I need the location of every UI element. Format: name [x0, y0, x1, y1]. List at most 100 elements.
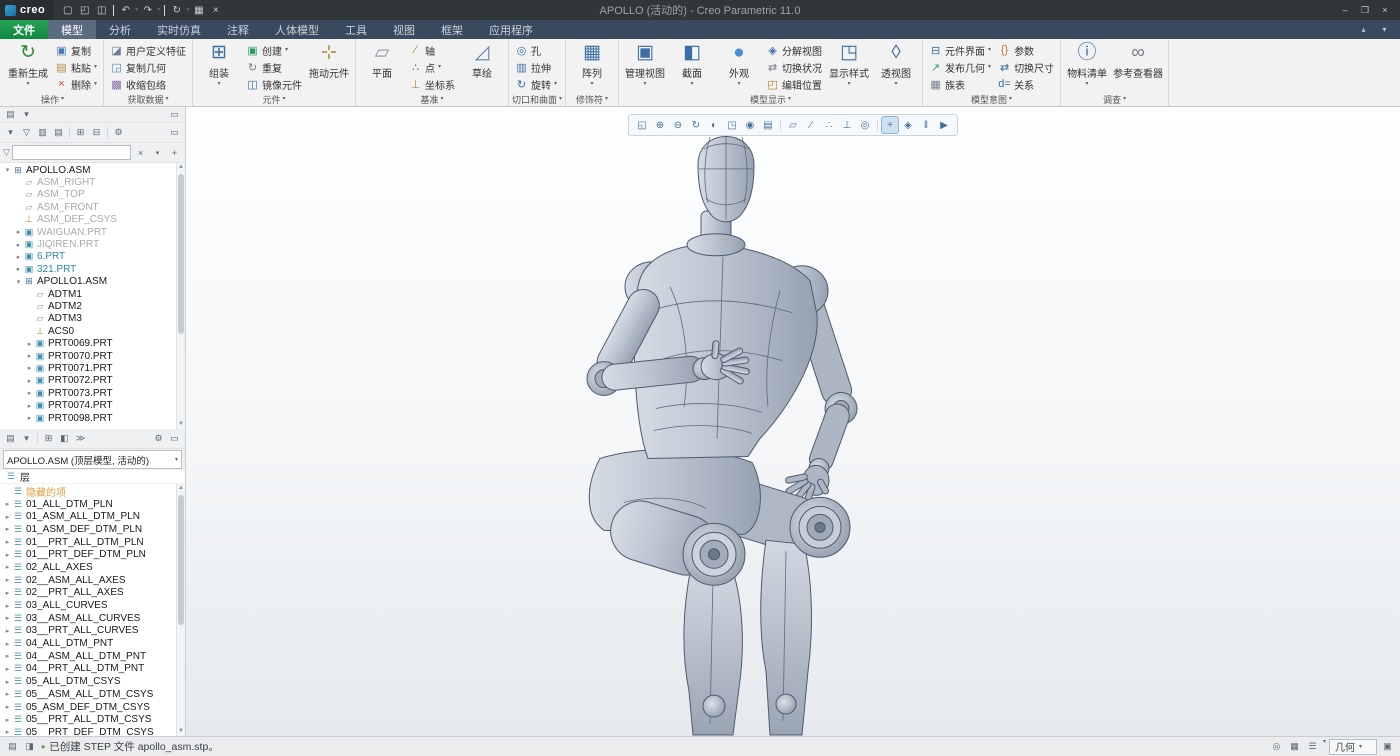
caret-icon[interactable]: ▸ — [3, 551, 12, 559]
caret-icon[interactable]: ▸ — [3, 728, 12, 736]
assemble-button[interactable]: ⊞组装▾ — [196, 40, 242, 92]
new-layer-button[interactable]: ⊞ — [41, 431, 56, 446]
toggle-browser-button[interactable]: ◨ — [22, 739, 37, 754]
tab-live-simulation[interactable]: 实时仿真 — [144, 20, 214, 39]
switch-dimensions-button[interactable]: ⇄切换尺寸 — [995, 59, 1057, 75]
caret-icon[interactable]: ▸ — [3, 678, 12, 686]
scrollbar-thumb[interactable] — [178, 174, 184, 334]
caret-icon[interactable]: ▸ — [3, 690, 12, 698]
copy-button[interactable]: ▣复制 — [52, 42, 100, 58]
clear-filter-button[interactable]: × — [133, 145, 148, 160]
csys-display-button[interactable]: ⊥ — [839, 117, 855, 133]
mirror-component-button[interactable]: ◫镜像元件 — [243, 76, 305, 92]
tree-item-01-prt-all-dtm-pln[interactable]: ▸☰01__PRT_ALL_DTM_PLN — [0, 536, 176, 549]
layer-settings-button[interactable]: ⚙ — [151, 431, 166, 446]
group-label-cut-and-surface[interactable]: 切口和曲面▾ — [512, 92, 562, 106]
regenerate-button[interactable]: ↻重新生成▾ — [5, 40, 51, 92]
caret-icon[interactable]: ▸ — [25, 377, 34, 385]
tree-item-adtm2[interactable]: ▱ADTM2 — [0, 300, 176, 312]
tree-item-01-asm-def-dtm-pln[interactable]: ▸☰01_ASM_DEF_DTM_PLN — [0, 523, 176, 536]
tree-item-05-asm-def-dtm-csys[interactable]: ▸☰05_ASM_DEF_DTM_CSYS — [0, 701, 176, 714]
tree-item-prt0070-prt[interactable]: ▸▣PRT0070.PRT — [0, 350, 176, 362]
display-style-button[interactable]: ◳显示样式▾ — [826, 40, 872, 92]
tree-item-321-prt[interactable]: ▸▣321.PRT — [0, 263, 176, 275]
add-filter-button[interactable]: + — [167, 145, 182, 160]
redo-button[interactable]: ↷ — [140, 2, 155, 18]
zoom-in-button[interactable]: ⊕ — [652, 117, 668, 133]
caret-icon[interactable]: ▾ — [14, 278, 23, 286]
tree-item-01-prt-def-dtm-pln[interactable]: ▸☰01__PRT_DEF_DTM_PLN — [0, 548, 176, 561]
scroll-down-icon[interactable]: ▼ — [177, 727, 185, 736]
scroll-up-icon[interactable]: ▲ — [177, 484, 185, 493]
maximize-button[interactable]: ❒ — [1356, 2, 1374, 18]
plane-display-button[interactable]: ▱ — [785, 117, 801, 133]
tree-item-02-all-axes[interactable]: ▸☰02_ALL_AXES — [0, 561, 176, 574]
collapse-all-button[interactable]: ⊟ — [89, 125, 104, 140]
display-filters-button[interactable]: ▽ — [19, 125, 34, 140]
tree-item-6-prt[interactable]: ▸▣6.PRT — [0, 251, 176, 263]
saved-orientations-button[interactable]: ◉ — [742, 117, 758, 133]
repaint-button[interactable]: ↻ — [688, 117, 704, 133]
caret-icon[interactable]: ▸ — [25, 364, 34, 372]
group-label-component[interactable]: 元件▾ — [196, 92, 352, 106]
tab-tools[interactable]: 工具 — [332, 20, 380, 39]
ribbon-options-button[interactable]: ▾ — [1377, 22, 1392, 37]
caret-icon[interactable]: ▸ — [3, 627, 12, 635]
caret-icon[interactable]: ▸ — [25, 414, 34, 422]
copy-geometry-button[interactable]: ◲复制几何 — [107, 59, 189, 75]
point-button[interactable]: ∴点▾ — [406, 59, 458, 75]
scrollbar-thumb[interactable] — [178, 495, 184, 625]
select-boxes-button[interactable]: ▦ — [1287, 739, 1302, 754]
tree-item-03-prt-all-curves[interactable]: ▸☰03__PRT_ALL_CURVES — [0, 625, 176, 638]
find-button[interactable]: ◎ — [1269, 739, 1284, 754]
caret-icon[interactable]: ▾ — [3, 166, 12, 174]
shrinkwrap-button[interactable]: ▩收缩包络 — [107, 76, 189, 92]
layer-display-button[interactable]: ◧ — [57, 431, 72, 446]
tree-item-apollo1-asm[interactable]: ▾⊞APOLLO1.ASM — [0, 276, 176, 288]
caret-icon[interactable]: ▸ — [3, 538, 12, 546]
nav-favorites-button[interactable]: ▾ — [19, 107, 34, 122]
tree-item-02-prt-all-axes[interactable]: ▸☰02__PRT_ALL_AXES — [0, 587, 176, 600]
caret-icon[interactable]: ▸ — [3, 602, 12, 610]
delete-button[interactable]: ×删除▾ — [52, 76, 100, 92]
minimize-button[interactable]: – — [1336, 2, 1354, 18]
3d-model-apollo-robot[interactable] — [186, 107, 1400, 736]
detach-layers-button[interactable]: ▭ — [167, 431, 182, 446]
expand-all-button[interactable]: ⊞ — [73, 125, 88, 140]
tab-analysis[interactable]: 分析 — [96, 20, 144, 39]
sketch-button[interactable]: ◿草绘 — [459, 40, 505, 92]
extrude-button[interactable]: ▥拉伸 — [512, 59, 560, 75]
tree-item-03-all-curves[interactable]: ▸☰03_ALL_CURVES — [0, 599, 176, 612]
tree-item-adtm3[interactable]: ▱ADTM3 — [0, 313, 176, 325]
caret-icon[interactable]: ▸ — [25, 352, 34, 360]
caret-icon[interactable]: ▸ — [3, 703, 12, 711]
layer-show-button[interactable]: ▾ — [19, 431, 34, 446]
scroll-down-icon[interactable]: ▼ — [177, 420, 185, 429]
caret-icon[interactable]: ▸ — [3, 614, 12, 622]
tree-item-01-all-dtm-pln[interactable]: ▸☰01_ALL_DTM_PLN — [0, 498, 176, 511]
exploded-view-button[interactable]: ◈分解视图 — [763, 42, 825, 58]
user-defined-feature-button[interactable]: ◪用户定义特征 — [107, 42, 189, 58]
group-label-modifiers[interactable]: 修饰符▾ — [569, 92, 615, 106]
manage-views-button[interactable]: ▣管理视图▾ — [622, 40, 668, 92]
resume-button[interactable]: ▶ — [936, 117, 952, 133]
caret-icon[interactable]: ▸ — [3, 589, 12, 597]
new-file-button[interactable]: ▢ — [60, 2, 75, 18]
scroll-up-icon[interactable]: ▲ — [177, 163, 185, 172]
selection-filter[interactable]: 几何 ▾ — [1329, 739, 1377, 755]
tree-item-prt0074-prt[interactable]: ▸▣PRT0074.PRT — [0, 399, 176, 411]
group-label-get-data[interactable]: 获取数据▾ — [107, 92, 189, 106]
regenerate-qat-button[interactable]: ↻ — [169, 2, 184, 18]
tab-framework[interactable]: 框架 — [428, 20, 476, 39]
tree-item-04-asm-all-dtm-pnt[interactable]: ▸☰04__ASM_ALL_DTM_PNT — [0, 650, 176, 663]
tree-item-02-asm-all-axes[interactable]: ▸☰02__ASM_ALL_AXES — [0, 574, 176, 587]
axis-button[interactable]: ∕轴 — [406, 42, 458, 58]
window-button[interactable]: ▦ — [191, 2, 206, 18]
group-label-operations[interactable]: 操作▾ — [5, 92, 100, 106]
group-label-investigate[interactable]: 调查▾ — [1064, 92, 1165, 106]
style-tree-button[interactable]: ▤ — [51, 125, 66, 140]
tree-item-05-asm-all-dtm-csys[interactable]: ▸☰05__ASM_ALL_DTM_CSYS — [0, 688, 176, 701]
tree-settings-button[interactable]: ⚙ — [111, 125, 126, 140]
view-manager-view-button[interactable]: ▤ — [760, 117, 776, 133]
tree-item-asm-top[interactable]: ▱ASM_TOP — [0, 189, 176, 201]
